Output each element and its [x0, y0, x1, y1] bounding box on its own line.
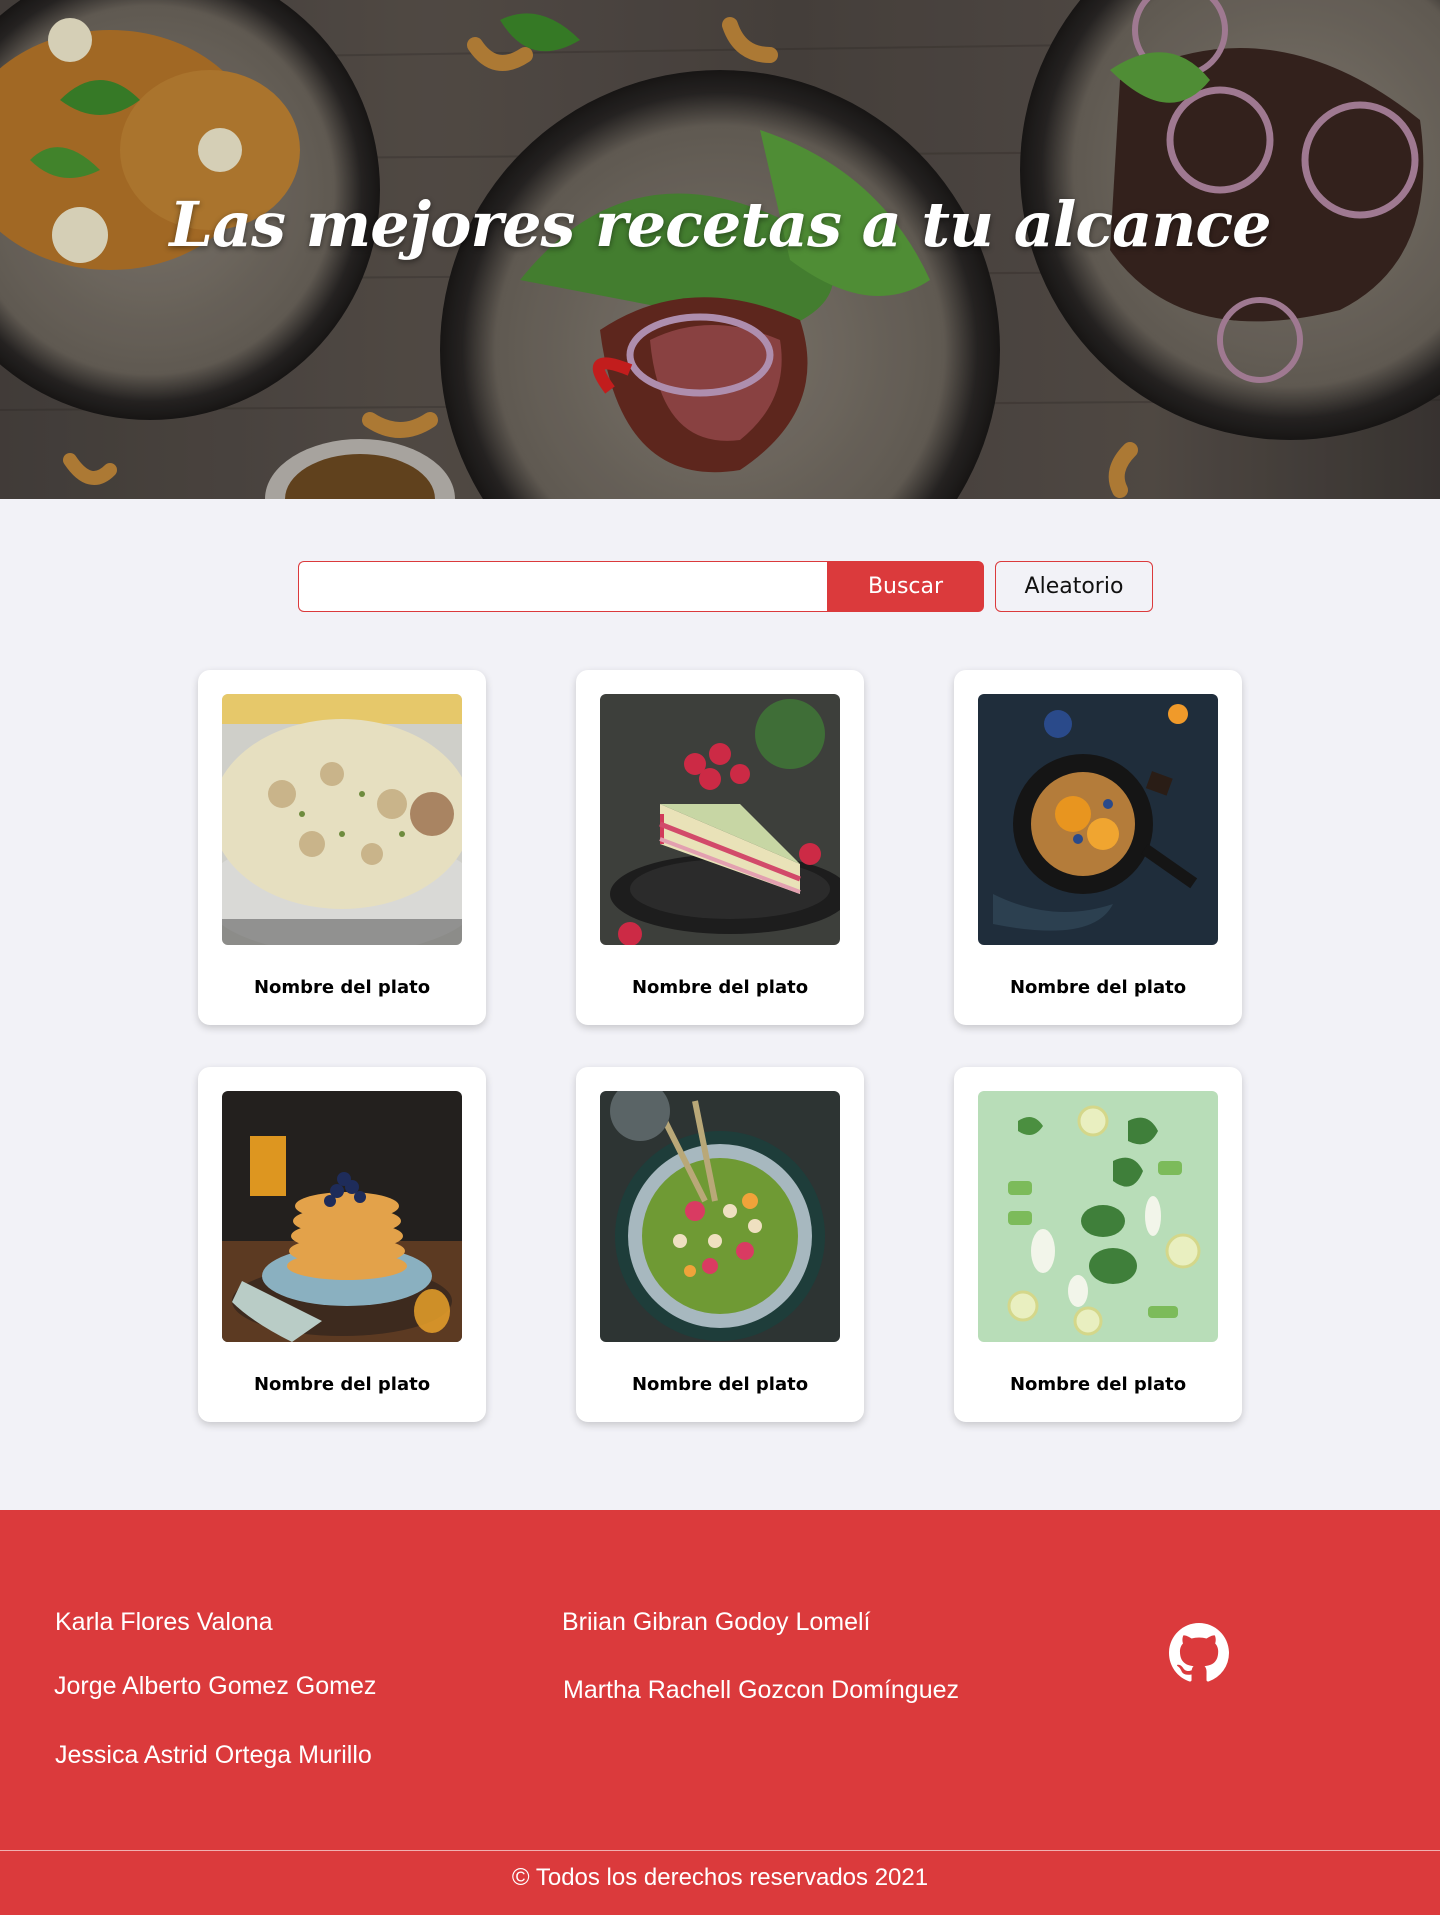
search-input[interactable]	[298, 561, 827, 612]
author-name: Briian Gibran Godoy Lomelí	[562, 1608, 871, 1636]
recipe-card[interactable]: Nombre del plato	[198, 670, 486, 1025]
recipe-name: Nombre del plato	[631, 1374, 809, 1395]
recipe-name: Nombre del plato	[1009, 977, 1187, 998]
recipe-image-raspberry-cake	[600, 694, 840, 945]
recipe-card[interactable]: Nombre del plato	[198, 1067, 486, 1422]
author-name: Martha Rachell Gozcon Domínguez	[563, 1676, 960, 1704]
recipe-image-blueberry-pancakes	[222, 1091, 462, 1342]
footer: Karla Flores Valona Jorge Alberto Gomez …	[0, 1510, 1440, 1915]
recipe-name: Nombre del plato	[1009, 1374, 1187, 1395]
author-name: Karla Flores Valona	[55, 1608, 273, 1636]
recipe-image-salad-bowl	[600, 1091, 840, 1342]
recipe-image-pancake-skillet	[978, 694, 1218, 945]
recipe-card[interactable]: Nombre del plato	[954, 670, 1242, 1025]
recipe-card[interactable]: Nombre del plato	[576, 670, 864, 1025]
random-button[interactable]: Aleatorio	[995, 561, 1153, 612]
recipe-card[interactable]: Nombre del plato	[576, 1067, 864, 1422]
recipe-name: Nombre del plato	[253, 1374, 431, 1395]
search-bar: Buscar	[298, 561, 984, 612]
recipe-name: Nombre del plato	[253, 977, 431, 998]
search-button[interactable]: Buscar	[827, 561, 984, 612]
copyright-text: © Todos los derechos reservados 2021	[511, 1864, 929, 1891]
author-name: Jessica Astrid Ortega Murillo	[55, 1741, 372, 1769]
hero-title: Las mejores recetas a tu alcance	[169, 188, 1271, 261]
recipe-name: Nombre del plato	[631, 977, 809, 998]
recipe-card[interactable]: Nombre del plato	[954, 1067, 1242, 1422]
recipe-image-potato-salad	[222, 694, 462, 945]
hero-banner: Las mejores recetas a tu alcance	[0, 0, 1440, 499]
footer-divider	[0, 1850, 1440, 1851]
recipe-image-green-vegetables	[978, 1091, 1218, 1342]
author-name: Jorge Alberto Gomez Gomez	[54, 1672, 377, 1700]
github-icon[interactable]	[1169, 1623, 1229, 1683]
